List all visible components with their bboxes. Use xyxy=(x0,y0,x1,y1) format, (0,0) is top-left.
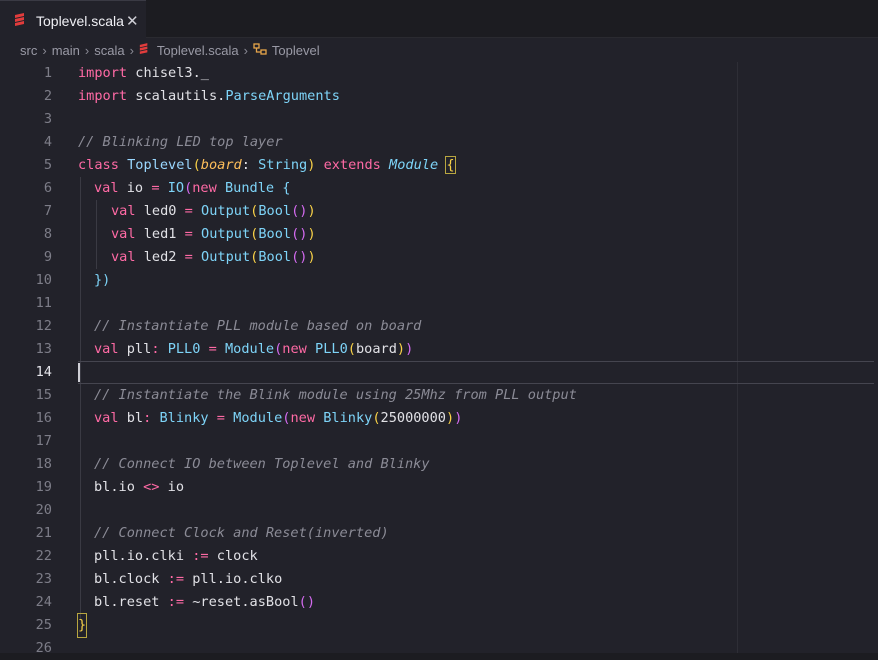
line-number: 23 xyxy=(35,571,52,587)
code-text: } xyxy=(76,613,88,638)
line-number: 24 xyxy=(35,594,52,610)
code-line: 2 import scalautils.ParseArguments xyxy=(0,85,878,108)
code-line: 19 bl.io <> io xyxy=(0,476,878,499)
code-line: 25 } xyxy=(0,613,878,638)
line-number: 22 xyxy=(35,548,52,564)
code-line: 20 xyxy=(0,499,878,522)
code-line: 8 val led1 = Output(Bool()) xyxy=(0,223,878,246)
breadcrumb-file[interactable]: Toplevel.scala xyxy=(157,43,239,58)
code-line: 10 }) xyxy=(0,269,878,292)
code-text: class Toplevel(board: String) extends Mo… xyxy=(78,156,456,174)
code-line: 7 val led0 = Output(Bool()) xyxy=(0,200,878,223)
scala-file-icon xyxy=(14,13,26,32)
code-comment: // Instantiate PLL module based on board xyxy=(94,318,422,334)
line-number: 19 xyxy=(35,479,52,495)
chevron-right-icon: › xyxy=(243,42,248,58)
code-line: 23 bl.clock := pll.io.clko xyxy=(0,568,878,591)
code-text: val led2 = Output(Bool()) xyxy=(111,249,316,265)
line-number: 10 xyxy=(35,272,52,288)
code-line: 11 xyxy=(0,292,878,315)
code-line: 4 // Blinking LED top layer xyxy=(0,131,878,154)
code-line: 17 xyxy=(0,430,878,453)
code-line: 26 xyxy=(0,637,878,660)
line-number: 5 xyxy=(43,157,52,173)
breadcrumb-src[interactable]: src xyxy=(20,43,37,58)
code-text: }) xyxy=(94,272,111,288)
line-number: 8 xyxy=(43,226,52,242)
code-text: val led1 = Output(Bool()) xyxy=(111,226,316,242)
chevron-right-icon: › xyxy=(84,42,90,58)
line-number: 14 xyxy=(35,364,52,380)
code-line: 3 xyxy=(0,108,878,131)
scala-file-icon xyxy=(139,42,149,58)
line-number: 18 xyxy=(35,456,52,472)
class-symbol-icon xyxy=(253,42,267,58)
code-line: 24 bl.reset := ~reset.asBool() xyxy=(0,591,878,614)
code-line: 21 // Connect Clock and Reset(inverted) xyxy=(0,522,878,545)
code-text: bl.io <> io xyxy=(94,479,185,495)
code-comment: // Blinking LED top layer xyxy=(78,134,283,150)
code-text: pll.io.clki := clock xyxy=(94,548,258,564)
code-text: import chisel3._ xyxy=(78,65,209,81)
line-number: 16 xyxy=(35,410,52,426)
code-comment: // Instantiate the Blink module using 25… xyxy=(94,387,577,403)
tab-bar-empty xyxy=(146,0,878,38)
line-number: 17 xyxy=(35,433,52,449)
line-number: 4 xyxy=(43,134,52,150)
line-number: 7 xyxy=(43,203,52,219)
line-number: 15 xyxy=(35,387,52,403)
code-line: 9 val led2 = Output(Bool()) xyxy=(0,246,878,269)
code-text: val io = IO(new Bundle { xyxy=(94,180,291,196)
code-line: 18 // Connect IO between Toplevel and Bl… xyxy=(0,453,878,476)
line-number: 12 xyxy=(35,318,52,334)
code-line: 16 val bl: Blinky = Module(new Blinky(25… xyxy=(0,407,878,430)
code-line: 22 pll.io.clki := clock xyxy=(0,545,878,568)
tab-bar: Toplevel.scala ✕ xyxy=(0,0,878,39)
current-line-highlight xyxy=(78,361,874,384)
line-number: 3 xyxy=(43,111,52,127)
line-number: 6 xyxy=(43,180,52,196)
line-number: 1 xyxy=(43,65,52,81)
breadcrumb-main[interactable]: main xyxy=(52,43,80,58)
line-number: 20 xyxy=(35,502,52,518)
line-number: 21 xyxy=(35,525,52,541)
code-line: 6 val io = IO(new Bundle { xyxy=(0,177,878,200)
code-text: val bl: Blinky = Module(new Blinky(25000… xyxy=(94,410,463,426)
text-caret xyxy=(78,363,80,382)
line-number: 2 xyxy=(43,88,52,104)
code-line: 1 import chisel3._ xyxy=(0,62,878,85)
close-icon[interactable]: ✕ xyxy=(126,12,139,30)
tab-toplevel-scala[interactable]: Toplevel.scala ✕ xyxy=(0,0,146,38)
code-comment: // Connect Clock and Reset(inverted) xyxy=(94,525,389,541)
code-line: 13 val pll: PLL0 = Module(new PLL0(board… xyxy=(0,338,878,361)
code-text: bl.reset := ~reset.asBool() xyxy=(94,594,315,610)
line-number: 13 xyxy=(35,341,52,357)
line-number: 25 xyxy=(35,617,52,633)
breadcrumb: src › main › scala › Toplevel.scala › To… xyxy=(0,38,878,62)
code-text: bl.clock := pll.io.clko xyxy=(94,571,283,587)
line-number: 9 xyxy=(43,249,52,265)
code-line: 12 // Instantiate PLL module based on bo… xyxy=(0,315,878,338)
chevron-right-icon: › xyxy=(129,42,134,58)
tab-label: Toplevel.scala xyxy=(36,13,124,29)
code-line: 15 // Instantiate the Blink module using… xyxy=(0,384,878,407)
chevron-right-icon: › xyxy=(42,42,47,58)
line-number: 26 xyxy=(35,640,52,656)
code-text: val led0 = Output(Bool()) xyxy=(111,203,316,219)
breadcrumb-class[interactable]: Toplevel xyxy=(272,43,320,58)
code-comment: // Connect IO between Toplevel and Blink… xyxy=(94,456,430,472)
line-number: 11 xyxy=(35,295,52,311)
breadcrumb-scala[interactable]: scala xyxy=(94,43,124,58)
code-text: import scalautils.ParseArguments xyxy=(78,88,340,104)
code-line: 5 class Toplevel(board: String) extends … xyxy=(0,154,878,177)
code-text: val pll: PLL0 = Module(new PLL0(board)) xyxy=(94,341,414,357)
active-code-line: 14 xyxy=(0,361,878,384)
code-editor[interactable]: 1 import chisel3._ 2 import scalautils.P… xyxy=(0,62,878,656)
